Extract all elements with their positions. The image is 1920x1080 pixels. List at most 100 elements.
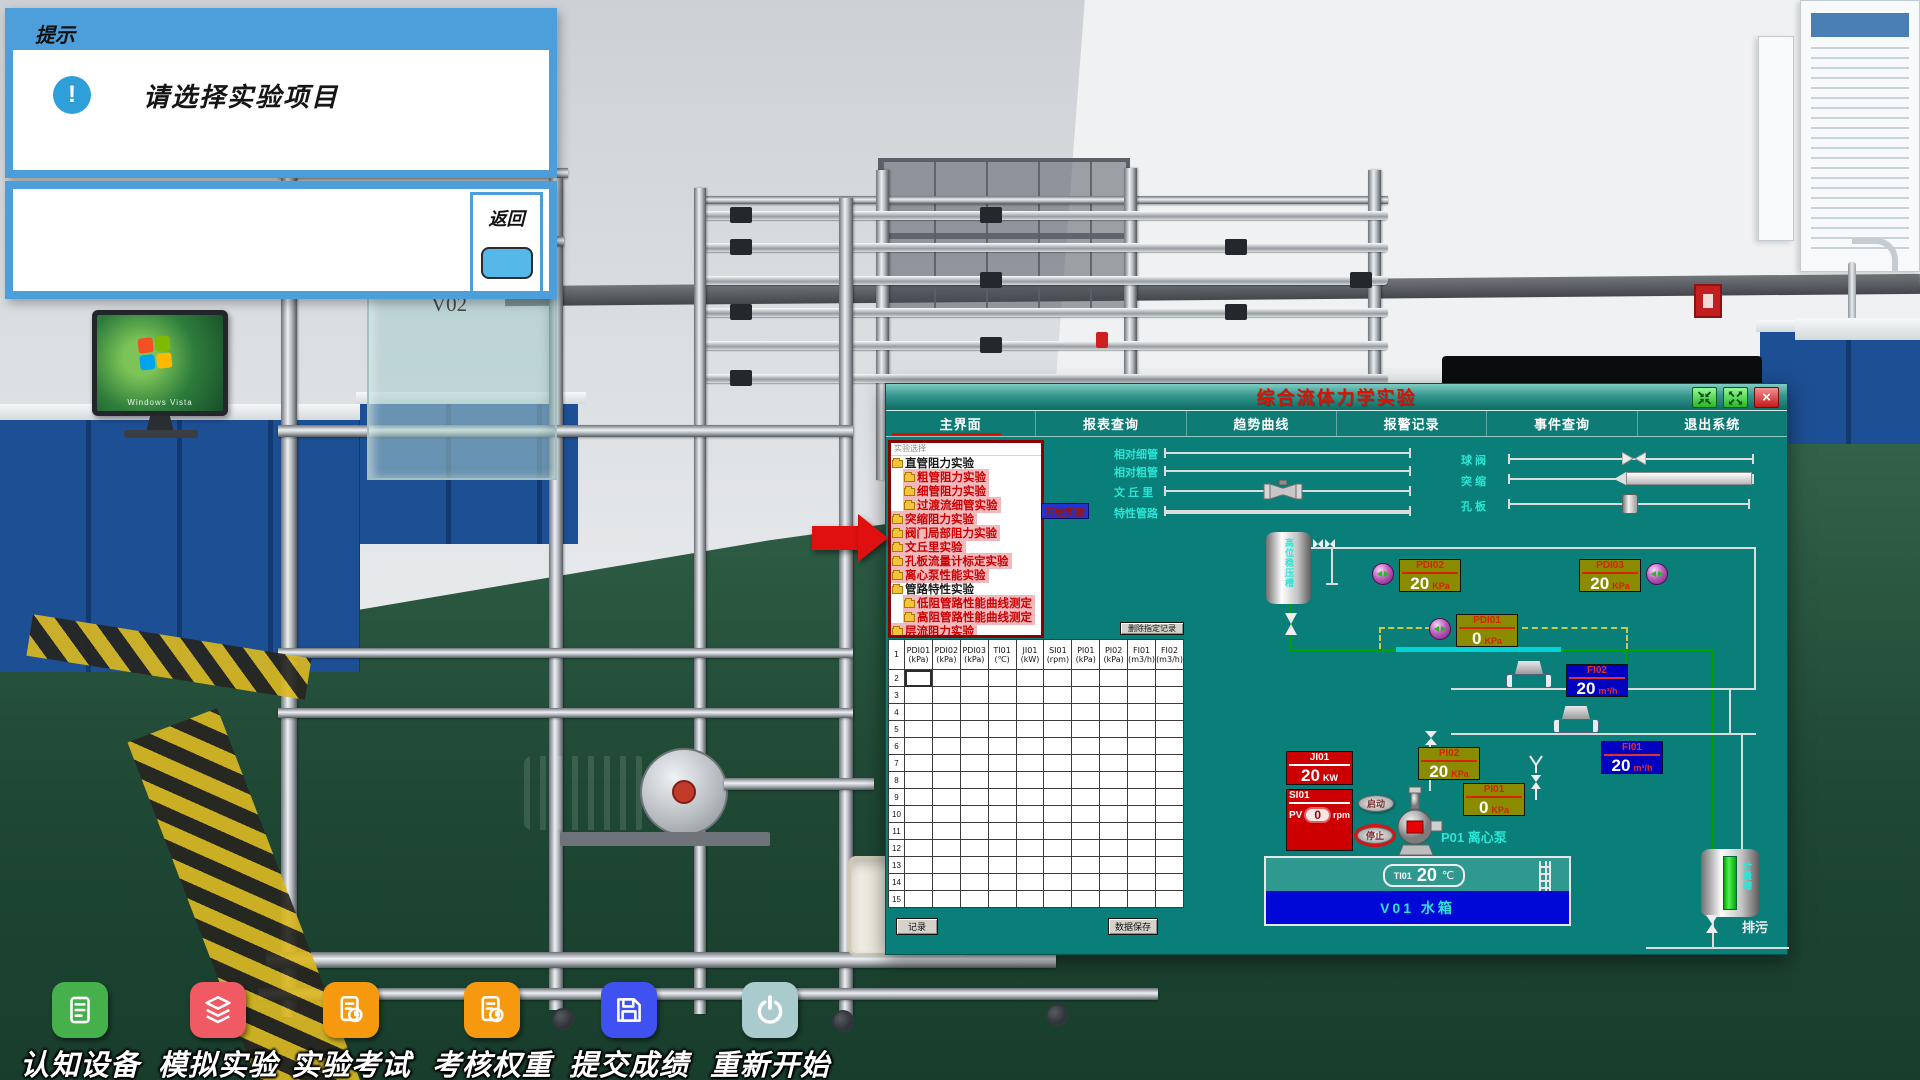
table-cell[interactable] bbox=[1100, 721, 1128, 738]
table-cell[interactable] bbox=[960, 806, 988, 823]
start-experiment-button[interactable]: 开始实验 bbox=[1041, 503, 1089, 519]
table-cell[interactable] bbox=[1128, 721, 1156, 738]
pump-start-button[interactable]: 启动 bbox=[1358, 795, 1394, 812]
table-cell[interactable] bbox=[1128, 789, 1156, 806]
table-cell[interactable] bbox=[960, 789, 988, 806]
table-cell[interactable] bbox=[1100, 891, 1128, 908]
table-cell[interactable] bbox=[1072, 891, 1100, 908]
table-cell[interactable] bbox=[932, 721, 960, 738]
table-cell[interactable] bbox=[1156, 891, 1184, 908]
table-cell[interactable] bbox=[1128, 823, 1156, 840]
return-button[interactable] bbox=[481, 247, 533, 279]
table-cell[interactable] bbox=[960, 874, 988, 891]
table-cell[interactable] bbox=[988, 891, 1016, 908]
table-cell[interactable] bbox=[1128, 755, 1156, 772]
table-cell[interactable] bbox=[932, 806, 960, 823]
table-cell[interactable] bbox=[1044, 840, 1072, 857]
tab-alarm-record[interactable]: 报警记录 bbox=[1337, 411, 1487, 436]
table-cell[interactable] bbox=[905, 857, 933, 874]
taskbar-item-weight[interactable]: 考核权重 bbox=[422, 982, 562, 1080]
tree-item[interactable]: 直管阻力实验 bbox=[891, 456, 1041, 470]
table-cell[interactable] bbox=[1016, 670, 1044, 687]
table-cell[interactable] bbox=[932, 823, 960, 840]
tree-item[interactable]: 孔板流量计标定实验 bbox=[891, 554, 1041, 568]
table-cell[interactable] bbox=[1072, 670, 1100, 687]
table-cell[interactable] bbox=[1100, 806, 1128, 823]
table-cell[interactable] bbox=[1128, 874, 1156, 891]
table-cell[interactable] bbox=[1156, 755, 1184, 772]
tree-item[interactable]: 细管阻力实验 bbox=[891, 484, 1041, 498]
table-cell[interactable] bbox=[932, 840, 960, 857]
table-cell[interactable] bbox=[988, 857, 1016, 874]
table-cell[interactable] bbox=[1044, 772, 1072, 789]
table-cell[interactable] bbox=[960, 670, 988, 687]
table-cell[interactable] bbox=[960, 840, 988, 857]
tree-item[interactable]: 突缩阻力实验 bbox=[891, 512, 1041, 526]
table-cell[interactable] bbox=[1156, 840, 1184, 857]
table-cell[interactable] bbox=[1156, 857, 1184, 874]
tree-item[interactable]: 高阻管路性能曲线测定 bbox=[891, 610, 1041, 624]
table-cell[interactable] bbox=[1100, 704, 1128, 721]
table-cell[interactable] bbox=[988, 806, 1016, 823]
table-cell[interactable] bbox=[905, 840, 933, 857]
table-cell[interactable] bbox=[1156, 823, 1184, 840]
table-cell[interactable] bbox=[1072, 755, 1100, 772]
taskbar-item-restart[interactable]: 重新开始 bbox=[700, 982, 840, 1080]
restore-icon[interactable] bbox=[1692, 387, 1717, 408]
tree-item[interactable]: 管路特性实验 bbox=[891, 582, 1041, 596]
table-cell[interactable] bbox=[1044, 704, 1072, 721]
tab-exit-system[interactable]: 退出系统 bbox=[1638, 411, 1787, 436]
table-cell[interactable] bbox=[1044, 755, 1072, 772]
table-cell[interactable] bbox=[905, 755, 933, 772]
table-cell[interactable] bbox=[1128, 840, 1156, 857]
table-cell[interactable] bbox=[1044, 738, 1072, 755]
table-cell[interactable] bbox=[1128, 738, 1156, 755]
tree-item[interactable]: 过渡流细管实验 bbox=[891, 498, 1041, 512]
table-cell[interactable] bbox=[1072, 721, 1100, 738]
table-cell[interactable] bbox=[1128, 891, 1156, 908]
table-cell[interactable] bbox=[905, 721, 933, 738]
table-cell[interactable] bbox=[960, 704, 988, 721]
table-cell[interactable] bbox=[988, 721, 1016, 738]
table-cell[interactable] bbox=[1072, 789, 1100, 806]
table-cell[interactable] bbox=[1100, 840, 1128, 857]
table-cell[interactable] bbox=[905, 772, 933, 789]
record-button[interactable]: 记录 bbox=[896, 918, 938, 935]
table-cell[interactable] bbox=[1100, 670, 1128, 687]
table-cell[interactable] bbox=[1100, 857, 1128, 874]
table-cell[interactable] bbox=[905, 670, 933, 687]
table-cell[interactable] bbox=[988, 704, 1016, 721]
table-cell[interactable] bbox=[1072, 823, 1100, 840]
table-cell[interactable] bbox=[960, 772, 988, 789]
table-cell[interactable] bbox=[1016, 738, 1044, 755]
taskbar-item-submit[interactable]: 提交成绩 bbox=[559, 982, 699, 1080]
table-cell[interactable] bbox=[988, 755, 1016, 772]
table-cell[interactable] bbox=[988, 789, 1016, 806]
table-cell[interactable] bbox=[1072, 704, 1100, 721]
table-cell[interactable] bbox=[1044, 721, 1072, 738]
table-cell[interactable] bbox=[1100, 687, 1128, 704]
table-cell[interactable] bbox=[960, 891, 988, 908]
table-cell[interactable] bbox=[932, 891, 960, 908]
table-cell[interactable] bbox=[1128, 857, 1156, 874]
table-cell[interactable] bbox=[1016, 687, 1044, 704]
table-cell[interactable] bbox=[1044, 891, 1072, 908]
table-cell[interactable] bbox=[1156, 687, 1184, 704]
table-cell[interactable] bbox=[1100, 874, 1128, 891]
tree-item[interactable]: 粗管阻力实验 bbox=[891, 470, 1041, 484]
table-cell[interactable] bbox=[932, 874, 960, 891]
tab-trend-curve[interactable]: 趋势曲线 bbox=[1187, 411, 1337, 436]
table-cell[interactable] bbox=[1156, 772, 1184, 789]
table-cell[interactable] bbox=[960, 823, 988, 840]
table-cell[interactable] bbox=[960, 755, 988, 772]
table-cell[interactable] bbox=[905, 704, 933, 721]
table-cell[interactable] bbox=[1156, 704, 1184, 721]
table-cell[interactable] bbox=[1128, 704, 1156, 721]
table-cell[interactable] bbox=[1016, 857, 1044, 874]
table-cell[interactable] bbox=[1044, 670, 1072, 687]
table-cell[interactable] bbox=[988, 823, 1016, 840]
table-cell[interactable] bbox=[932, 738, 960, 755]
table-cell[interactable] bbox=[932, 755, 960, 772]
table-cell[interactable] bbox=[1016, 874, 1044, 891]
table-cell[interactable] bbox=[1016, 772, 1044, 789]
